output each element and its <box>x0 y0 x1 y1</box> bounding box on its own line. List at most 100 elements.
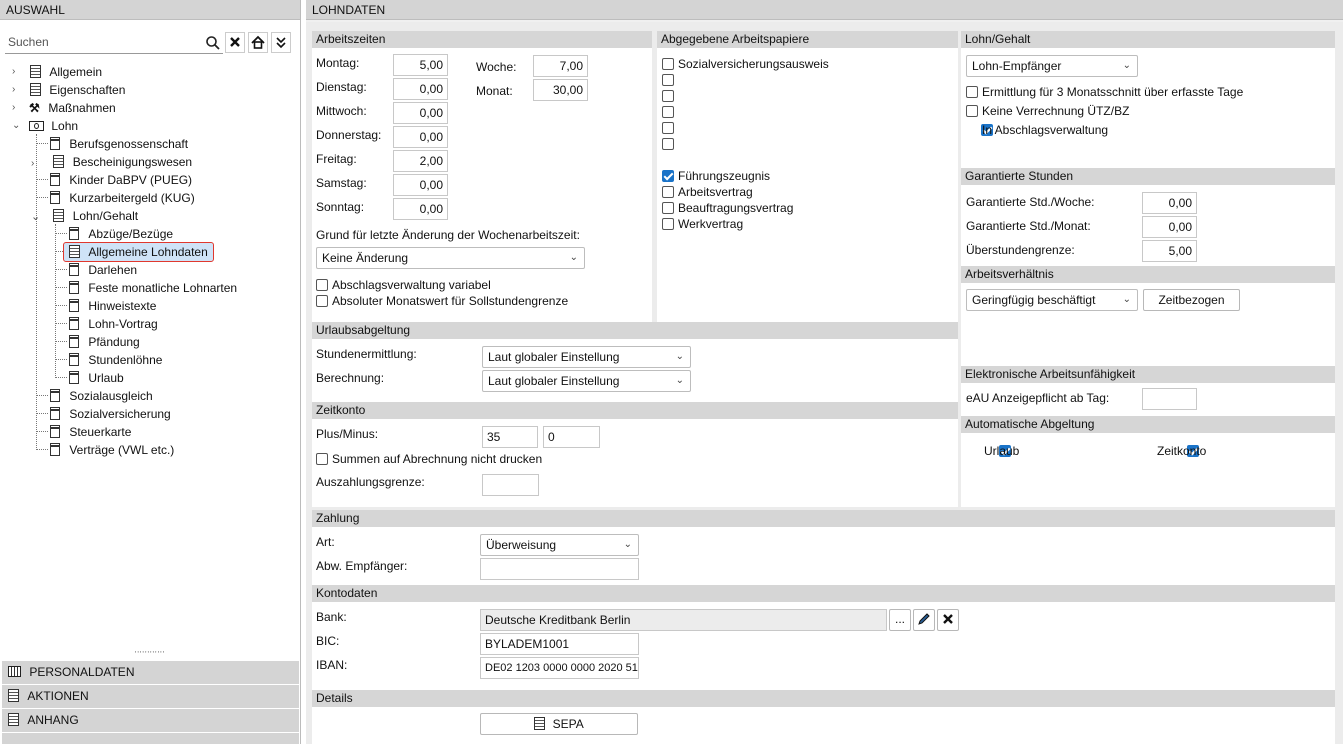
summen-checkbox[interactable] <box>316 453 328 465</box>
sv-ausweis-checkbox[interactable] <box>662 58 674 70</box>
tree-item-kinder[interactable]: Kinder DaBPV (PUEG) <box>50 171 192 189</box>
sepa-button[interactable]: SEPA <box>480 713 638 735</box>
donnerstag-field[interactable]: 0,00 <box>393 126 448 148</box>
tree-item-steuerkarte[interactable]: Steuerkarte <box>50 423 131 441</box>
tree-item-allgemein[interactable]: › Allgemein <box>12 63 102 81</box>
tree-item-kurzarbeitergeld[interactable]: Kurzarbeitergeld (KUG) <box>50 189 195 207</box>
delete-bank-button[interactable] <box>937 609 959 631</box>
tree-item-abzuege[interactable]: Abzüge/Bezüge <box>69 225 173 243</box>
plusminus-field-2[interactable]: 0 <box>543 426 600 448</box>
tree-item-stundenloehne[interactable]: Stundenlöhne <box>69 351 162 369</box>
freitag-field[interactable]: 2,00 <box>393 150 448 172</box>
chevron-right-icon[interactable]: › <box>12 99 15 117</box>
tree-item-darlehen[interactable]: Darlehen <box>69 261 137 279</box>
search-icon[interactable] <box>205 35 221 51</box>
chevron-right-icon[interactable]: › <box>12 63 15 81</box>
clear-search-button[interactable] <box>225 32 245 53</box>
tree-item-massnahmen[interactable]: › ⚒ Maßnahmen <box>12 99 116 117</box>
absoluter-monatswert-label: Absoluter Monatswert für Sollstundengren… <box>332 294 569 308</box>
chevron-right-icon[interactable]: › <box>12 81 15 99</box>
document-icon <box>30 65 41 78</box>
arbeitsvertrag-checkbox[interactable] <box>662 186 674 198</box>
panel-splitter[interactable]: '''''''''''' <box>0 651 300 660</box>
left-bottom-strip <box>2 733 299 744</box>
werkvertrag-checkbox[interactable] <box>662 218 674 230</box>
tree-item-lohngehalt[interactable]: ⌄ Lohn/Gehalt <box>31 207 138 225</box>
garantiert-monat-field[interactable]: 0,00 <box>1142 216 1197 238</box>
samstag-field[interactable]: 0,00 <box>393 174 448 196</box>
mittwoch-field[interactable]: 0,00 <box>393 102 448 124</box>
tree-label: Lohn <box>51 119 79 133</box>
tree-item-feste-lohnarten[interactable]: Feste monatliche Lohnarten <box>69 279 237 297</box>
plusminus-label: Plus/Minus: <box>316 427 379 441</box>
arbeitspapiere-title: Abgegebene Arbeitspapiere <box>657 31 958 48</box>
tree-item-lohn[interactable]: ⌄ Lohn <box>12 117 78 135</box>
abschlag-variabel-checkbox[interactable] <box>316 279 328 291</box>
document-icon <box>8 689 19 702</box>
tree-item-hinweistexte[interactable]: Hinweistexte <box>69 297 156 315</box>
garantiert-woche-field[interactable]: 0,00 <box>1142 192 1197 214</box>
empty-checkbox-1[interactable] <box>662 74 674 86</box>
dienstag-label: Dienstag: <box>316 80 367 94</box>
auszahlungsgrenze-field[interactable] <box>482 474 539 496</box>
grund-dropdown[interactable]: Keine Änderung ⌄ <box>316 247 585 269</box>
document-icon <box>69 299 79 312</box>
empty-checkbox-2[interactable] <box>662 90 674 102</box>
tree-item-sozialausgleich[interactable]: Sozialausgleich <box>50 387 153 405</box>
abw-empfaenger-field[interactable] <box>480 558 639 580</box>
monatsschnitt-checkbox[interactable] <box>966 86 978 98</box>
iban-field[interactable]: DE02 1203 0000 0000 2020 51 <box>480 657 639 679</box>
eau-field[interactable] <box>1142 388 1197 410</box>
plusminus-field-1[interactable]: 35 <box>482 426 538 448</box>
arbeitsverhaeltnis-dropdown[interactable]: Geringfügig beschäftigt ⌄ <box>966 289 1138 311</box>
tree-item-berufsgenossenschaft[interactable]: Berufsgenossenschaft <box>50 135 188 153</box>
section-aktionen[interactable]: AKTIONEN <box>2 685 299 708</box>
fuehrungszeugnis-checkbox[interactable] <box>662 170 674 182</box>
tree-item-vertraege[interactable]: Verträge (VWL etc.) <box>50 441 174 459</box>
document-icon <box>53 155 65 168</box>
tree-item-bescheinigungswesen[interactable]: › Bescheinigungswesen <box>31 153 192 171</box>
edit-bank-button[interactable] <box>913 609 935 631</box>
zeitbezogen-button[interactable]: Zeitbezogen <box>1143 289 1240 311</box>
dienstag-field[interactable]: 0,00 <box>393 78 448 100</box>
chevron-right-icon[interactable]: › <box>31 155 48 173</box>
tree-item-pfaendung[interactable]: Pfändung <box>69 333 140 351</box>
bank-browse-button[interactable]: ... <box>889 609 911 631</box>
berechnung-dropdown[interactable]: Laut globaler Einstellung ⌄ <box>482 370 691 392</box>
ueberstundengrenze-field[interactable]: 5,00 <box>1142 240 1197 262</box>
tree-item-sozialversicherung[interactable]: Sozialversicherung <box>50 405 171 423</box>
monat-field[interactable]: 30,00 <box>533 79 588 101</box>
empty-checkbox-4[interactable] <box>662 122 674 134</box>
tree-label: Darlehen <box>88 263 138 277</box>
keine-verrechnung-checkbox[interactable] <box>966 105 978 117</box>
stundenermittlung-dropdown[interactable]: Laut globaler Einstellung ⌄ <box>482 346 691 368</box>
tree-item-lohn-vortrag[interactable]: Lohn-Vortrag <box>69 315 158 333</box>
mittwoch-label: Mittwoch: <box>316 104 367 118</box>
eau-title: Elektronische Arbeitsunfähigkeit <box>961 366 1335 383</box>
search-input[interactable]: Suchen <box>5 32 223 54</box>
bic-label: BIC: <box>316 634 340 648</box>
empty-checkbox-5[interactable] <box>662 138 674 150</box>
eau-label: eAU Anzeigepflicht ab Tag: <box>966 391 1110 405</box>
bic-field[interactable]: BYLADEM1001 <box>480 633 639 655</box>
montag-field[interactable]: 5,00 <box>393 54 448 76</box>
collapse-all-button[interactable] <box>271 32 291 53</box>
sonntag-field[interactable]: 0,00 <box>393 198 448 220</box>
woche-field[interactable]: 7,00 <box>533 55 588 77</box>
absoluter-monatswert-checkbox[interactable] <box>316 295 328 307</box>
tree-label: Sozialausgleich <box>69 389 153 403</box>
chevron-down-icon[interactable]: ⌄ <box>31 208 48 226</box>
tree-item-urlaub[interactable]: Urlaub <box>69 369 124 387</box>
donnerstag-label: Donnerstag: <box>316 128 382 142</box>
lohn-type-dropdown[interactable]: Lohn-Empfänger ⌄ <box>966 55 1138 77</box>
chevron-down-icon: ⌄ <box>569 252 578 263</box>
section-personaldaten[interactable]: PERSONALDATEN <box>2 661 299 684</box>
section-anhang[interactable]: ANHANG <box>2 709 299 732</box>
empty-checkbox-3[interactable] <box>662 106 674 118</box>
tree-item-allgemeine-lohndaten[interactable]: Allgemeine Lohndaten <box>63 242 214 262</box>
chevron-down-icon[interactable]: ⌄ <box>12 117 20 135</box>
zahlungsart-dropdown[interactable]: Überweisung ⌄ <box>480 534 639 556</box>
tree-item-eigenschaften[interactable]: › Eigenschaften <box>12 81 125 99</box>
home-button[interactable] <box>248 32 268 53</box>
beauftragungsvertrag-checkbox[interactable] <box>662 202 674 214</box>
